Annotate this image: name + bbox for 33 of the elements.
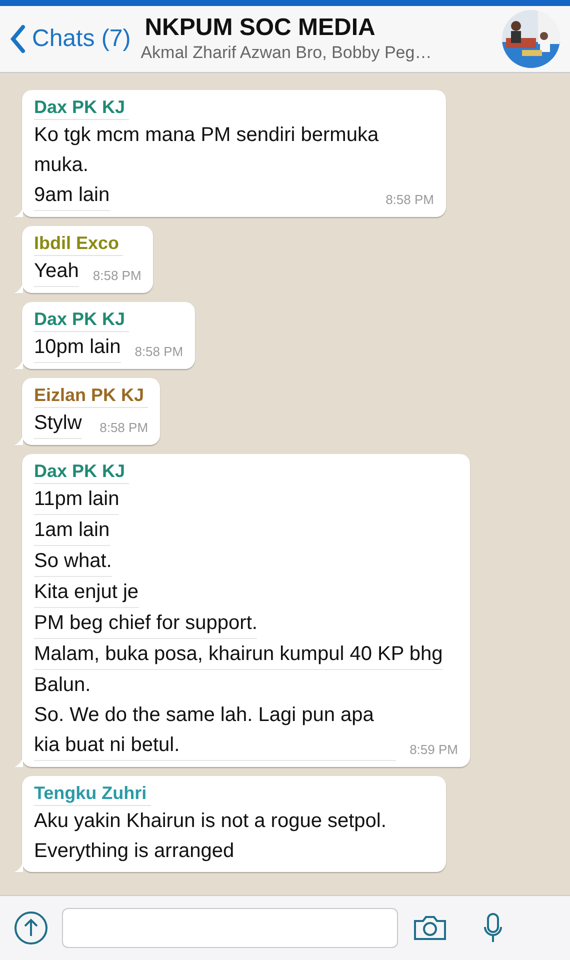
message-time: 8:59 PM bbox=[410, 741, 458, 759]
message-text: PM beg chief for support. bbox=[34, 608, 258, 639]
message-text: 9am lain bbox=[34, 180, 110, 211]
message-text: 1am lain bbox=[34, 515, 110, 546]
back-link[interactable]: Chats (7) bbox=[10, 25, 131, 53]
group-title: NKPUM SOC MEDIA bbox=[144, 14, 376, 42]
message-text: So what. bbox=[34, 546, 112, 577]
message-text: Yeah bbox=[34, 256, 79, 287]
message-text: So. We do the same lah. Lagi pun apa kia buat ni betul. bbox=[34, 700, 396, 761]
message-text: Stylw bbox=[34, 408, 82, 439]
sender-name: Dax PK KJ bbox=[34, 459, 130, 484]
sender-name: Ibdil Exco bbox=[34, 231, 124, 256]
chevron-left-icon bbox=[10, 25, 26, 53]
message-text: Malam, buka posa, khairun kumpul 40 KP bhg bbox=[34, 639, 443, 670]
message-time: 8:58 PM bbox=[134, 343, 184, 361]
camera-icon[interactable] bbox=[412, 914, 448, 942]
sender-name: Eizlan PK KJ bbox=[34, 383, 148, 408]
message-time: 8:58 PM bbox=[92, 267, 142, 285]
message-text: Kita enjut je bbox=[34, 577, 139, 608]
microphone-icon[interactable] bbox=[482, 912, 504, 944]
message-field[interactable] bbox=[62, 908, 398, 948]
message-text: 11pm lain bbox=[34, 484, 120, 515]
message-time: 8:58 PM bbox=[100, 419, 148, 437]
upload-icon[interactable] bbox=[14, 911, 48, 945]
group-members: Akmal Zharif Azwan Bro, Bobby Peg… bbox=[140, 42, 432, 64]
message-text: 10pm lain bbox=[34, 332, 121, 363]
sender-name: Dax PK KJ bbox=[34, 95, 130, 120]
message-text: Balun. bbox=[34, 673, 91, 698]
message-text: Aku yakin Khairun is not a rogue setpol. Everything is arranged bbox=[34, 809, 388, 864]
message-text: Ko tgk mcm mana PM sendiri bermuka muka. bbox=[34, 123, 380, 178]
message-time: 8:58 PM bbox=[386, 191, 434, 209]
sender-name: Dax PK KJ bbox=[34, 307, 130, 332]
sender-name: Tengku Zuhri bbox=[34, 781, 151, 806]
